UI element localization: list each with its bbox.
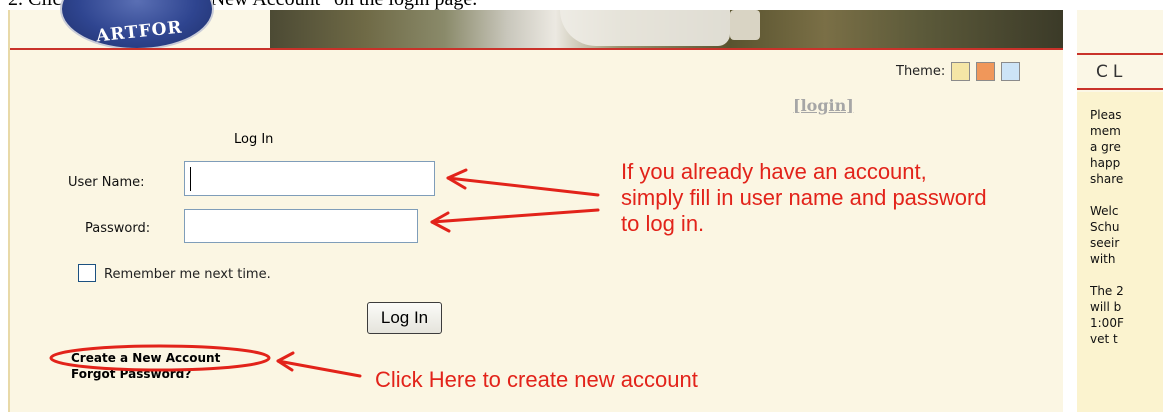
sidebar-line: 1:00F — [1090, 316, 1124, 330]
theme-label: Theme: — [896, 63, 946, 79]
sidebar-line: mem — [1090, 124, 1121, 138]
remember-me-label[interactable]: Remember me next time. — [104, 267, 271, 282]
header-photo-banner — [270, 10, 1063, 49]
username-input[interactable] — [184, 161, 435, 196]
sidebar-line: will b — [1090, 300, 1122, 314]
sidebar-paragraph-1: Pleas mem a gre happ share — [1090, 107, 1163, 187]
left-border — [8, 10, 10, 412]
password-input[interactable] — [184, 209, 418, 243]
sidebar-top-rule — [1077, 53, 1163, 55]
logo-area: ARTFOR — [8, 0, 270, 50]
site-header: ARTFOR — [8, 0, 1063, 50]
text-caret — [190, 167, 191, 191]
password-label: Password: — [85, 221, 151, 236]
sidebar-line: The 2 — [1090, 284, 1124, 298]
sidebar-content: Pleas mem a gre happ share Welc Schu see… — [1090, 107, 1163, 363]
sidebar-line: with — [1090, 252, 1116, 266]
person-photo-detail — [730, 10, 760, 40]
sidebar-line: happ — [1090, 156, 1121, 170]
sidebar-paragraph-3: The 2 will b 1:00F vet t — [1090, 283, 1163, 347]
create-account-link[interactable]: Create a New Account — [71, 351, 220, 365]
column-gutter — [1063, 10, 1077, 412]
sidebar-line: Schu — [1090, 220, 1120, 234]
login-link[interactable]: [login] — [793, 96, 854, 115]
sidebar-line: Welc — [1090, 204, 1119, 218]
click-here-annotation: Click Here to create new account — [375, 367, 698, 392]
sidebar-line: Pleas — [1090, 108, 1122, 122]
sidebar-line: vet t — [1090, 332, 1118, 346]
theme-selector: Theme: — [896, 61, 1026, 81]
forgot-password-link[interactable]: Forgot Password? — [71, 367, 191, 381]
sidebar-line: seeir — [1090, 236, 1120, 250]
theme-swatch-beige[interactable] — [951, 61, 971, 81]
theme-swatch-blue[interactable] — [1001, 61, 1021, 81]
annotation-line-1: If you already have an account, — [621, 159, 927, 184]
glider-photo-detail — [560, 10, 730, 46]
remember-me-checkbox[interactable] — [78, 264, 96, 282]
sidebar-line: a gre — [1090, 140, 1121, 154]
login-form-title: Log In — [234, 132, 274, 147]
login-instruction-annotation: If you already have an account, simply f… — [621, 159, 987, 237]
login-submit-button[interactable]: Log In — [367, 302, 442, 334]
username-label: User Name: — [68, 175, 145, 190]
theme-swatch-orange[interactable] — [976, 61, 996, 81]
sidebar-title: CL — [1096, 62, 1128, 82]
annotation-line-2: simply fill in user name and password — [621, 185, 987, 210]
sidebar-line: share — [1090, 172, 1124, 186]
annotation-line-3: to log in. — [621, 211, 705, 236]
sidebar-paragraph-2: Welc Schu seeir with — [1090, 203, 1163, 267]
